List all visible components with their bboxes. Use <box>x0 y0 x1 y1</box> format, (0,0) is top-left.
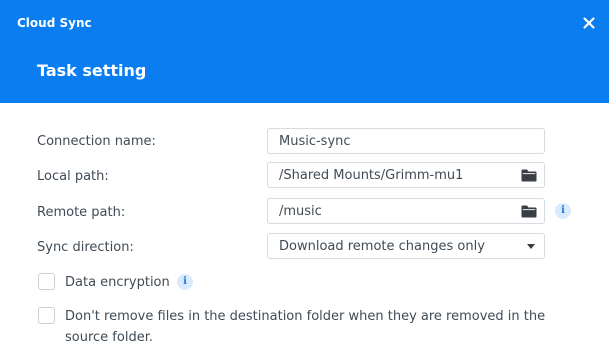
local-path-input[interactable]: /Shared Mounts/Grimm-mu1 <box>267 162 545 188</box>
keep-files-checkbox[interactable] <box>38 307 55 324</box>
close-icon[interactable] <box>579 13 599 33</box>
data-encryption-label: Data encryption <box>65 275 170 290</box>
sync-direction-label: Sync direction: <box>37 240 134 255</box>
sync-direction-value: Download remote changes only <box>279 239 485 254</box>
remote-path-info-icon[interactable]: i <box>555 203 571 219</box>
dialog-title: Task setting <box>37 61 147 80</box>
dialog-header: Cloud Sync Task setting <box>0 0 609 103</box>
keep-files-label: Don't remove files in the destination fo… <box>65 309 546 345</box>
folder-icon[interactable] <box>521 205 537 218</box>
connection-name-value: Music-sync <box>279 134 351 149</box>
connection-name-input[interactable]: Music-sync <box>267 128 545 154</box>
folder-icon[interactable] <box>521 169 537 182</box>
local-path-label: Local path: <box>37 169 109 184</box>
chevron-down-icon <box>527 244 535 249</box>
data-encryption-checkbox[interactable] <box>38 273 55 290</box>
data-encryption-info-icon[interactable]: i <box>177 274 193 290</box>
local-path-value: /Shared Mounts/Grimm-mu1 <box>279 168 464 183</box>
remote-path-input[interactable]: /music <box>267 198 545 224</box>
sync-direction-select[interactable]: Download remote changes only <box>267 233 545 259</box>
connection-name-label: Connection name: <box>37 134 156 149</box>
remote-path-label: Remote path: <box>37 205 126 220</box>
app-title: Cloud Sync <box>17 16 92 30</box>
remote-path-value: /music <box>279 204 322 219</box>
